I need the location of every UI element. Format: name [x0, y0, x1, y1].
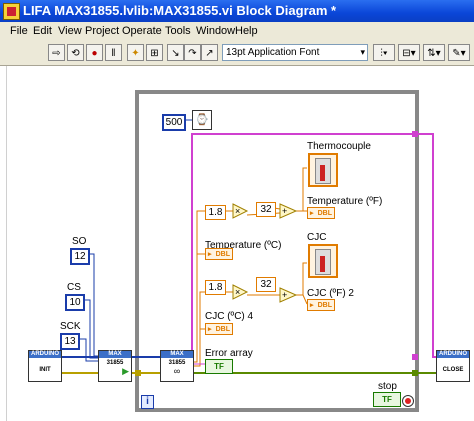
multiplier-constant-1[interactable]: 1.8 [205, 205, 226, 220]
sck-label: SCK [60, 321, 81, 332]
window-title: LIFA MAX31855.lvlib:MAX31855.vi Block Di… [23, 3, 337, 18]
cs-constant[interactable]: 10 [65, 294, 85, 311]
multiplier-constant-2[interactable]: 1.8 [205, 280, 226, 295]
cjc-indicator[interactable] [308, 244, 338, 278]
stop-tf: TF [382, 395, 392, 404]
multiply-symbol-1: × [235, 206, 240, 216]
cjc-c-label: CJC (ºC) 4 [205, 311, 254, 322]
cjc-ind-wire [296, 262, 307, 296]
align-objects-icon[interactable]: ⫶▾ [373, 44, 395, 61]
cjc-f-indicator[interactable]: DBL [307, 299, 335, 312]
font-select[interactable]: 13pt Application Font ▾ [222, 44, 368, 61]
title-bar: LIFA MAX31855.lvlib:MAX31855.vi Block Di… [0, 0, 474, 22]
add-symbol-1: + [282, 206, 287, 216]
highlight-execution-icon[interactable]: ✦ [127, 44, 144, 61]
temp-f-indicator[interactable]: DBL [307, 207, 335, 220]
menu-view[interactable]: View [58, 25, 82, 37]
step-out-icon[interactable]: ↗ [201, 44, 218, 61]
abort-icon[interactable]: ● [86, 44, 103, 61]
iteration-terminal[interactable]: i [141, 395, 154, 409]
sck-constant[interactable]: 13 [60, 333, 80, 350]
step-into-icon[interactable]: ↘ [167, 44, 184, 61]
run-continuously-icon[interactable]: ⟲ [67, 44, 84, 61]
close-vi-label: CLOSE [442, 367, 464, 373]
init-vi-label: INIT [39, 367, 51, 373]
stop-sign-icon [405, 398, 411, 404]
step-over-icon[interactable]: ↷ [184, 44, 201, 61]
menu-tools[interactable]: Tools [165, 25, 191, 37]
cjc-f-label: CJC (ºF) 2 [307, 288, 354, 299]
run-icon[interactable]: ⇨ [48, 44, 65, 61]
thermometer-icon-2 [315, 249, 331, 275]
error-array-indicator[interactable]: TF [205, 359, 233, 374]
arduino-close-vi[interactable]: ARDUINO CLOSE [436, 350, 470, 382]
left-edge-line [6, 66, 7, 421]
stop-label: stop [378, 381, 397, 392]
loop-condition-terminal[interactable] [402, 395, 414, 407]
menu-help[interactable]: Help [235, 25, 258, 37]
play-icon: ▶ [122, 366, 129, 376]
arduino-init-vi[interactable]: ARDUINO INIT [28, 350, 62, 382]
tunnel-error-left [135, 370, 141, 376]
error-array-label: Error array [205, 348, 253, 359]
max1-vi-header: MAX [99, 351, 131, 358]
offset-constant-2[interactable]: 32 [256, 277, 276, 292]
therm-wire [296, 167, 307, 212]
pause-icon[interactable]: ‖ [105, 44, 122, 61]
retain-wire-values-icon[interactable]: ⊞ [146, 44, 163, 61]
error-array-tf: TF [214, 362, 224, 371]
toolbar: ⇨ ⟲ ● ‖ ✦ ⊞ ↘ ↷ ↗ 13pt Application Font ▾… [0, 41, 474, 66]
so-constant[interactable]: 12 [70, 248, 90, 265]
menu-window[interactable]: Window [196, 25, 235, 37]
menu-operate[interactable]: Operate [122, 25, 162, 37]
add-symbol-2: + [282, 290, 287, 300]
menu-bar: File Edit View Project Operate Tools Win… [0, 22, 474, 42]
labview-icon [3, 3, 20, 20]
reorder-icon[interactable]: ⇅▾ [423, 44, 445, 61]
cs-label: CS [67, 282, 81, 293]
wait-ms-constant[interactable]: 500 [162, 114, 186, 131]
multiply-symbol-2: × [235, 287, 240, 297]
wait-clock-icon[interactable]: ⌚ [192, 110, 212, 130]
cjc-label: CJC [307, 232, 327, 243]
chevron-down-icon: ▾ [360, 47, 365, 57]
max31855-init-vi[interactable]: MAX 31855 ▶ [98, 350, 132, 382]
thermometer-icon [315, 158, 331, 184]
offset-constant-1[interactable]: 32 [256, 202, 276, 217]
block-diagram-canvas[interactable]: × + × + 500 ⌚ SO 12 CS 10 SCK 13 ARDUINO… [0, 66, 474, 421]
loop-icon: ∞ [173, 366, 181, 376]
temp-c-indicator[interactable]: DBL [205, 248, 233, 261]
tunnel-pink-top [412, 131, 418, 137]
menu-file[interactable]: File [10, 25, 28, 37]
cjc-c-indicator[interactable]: DBL [205, 323, 233, 336]
menu-edit[interactable]: Edit [33, 25, 52, 37]
menu-project[interactable]: Project [85, 25, 119, 37]
cleanup-diagram-icon[interactable]: ✎▾ [448, 44, 470, 61]
stop-control[interactable]: TF [373, 392, 401, 407]
temp-f-label: Temperature (ºF) [307, 196, 383, 207]
distribute-objects-icon[interactable]: ⊟▾ [398, 44, 420, 61]
thermocouple-indicator[interactable] [308, 153, 338, 187]
close-vi-header: ARDUINO [437, 351, 469, 358]
tunnel-pink-bottom [412, 354, 418, 360]
init-vi-header: ARDUINO [29, 351, 61, 358]
so-label: SO [72, 236, 87, 247]
thermocouple-label: Thermocouple [307, 141, 371, 152]
max2-vi-header: MAX [161, 351, 193, 358]
tunnel-error-right [412, 370, 418, 376]
max31855-read-vi[interactable]: MAX 31855 ∞ [160, 350, 194, 382]
